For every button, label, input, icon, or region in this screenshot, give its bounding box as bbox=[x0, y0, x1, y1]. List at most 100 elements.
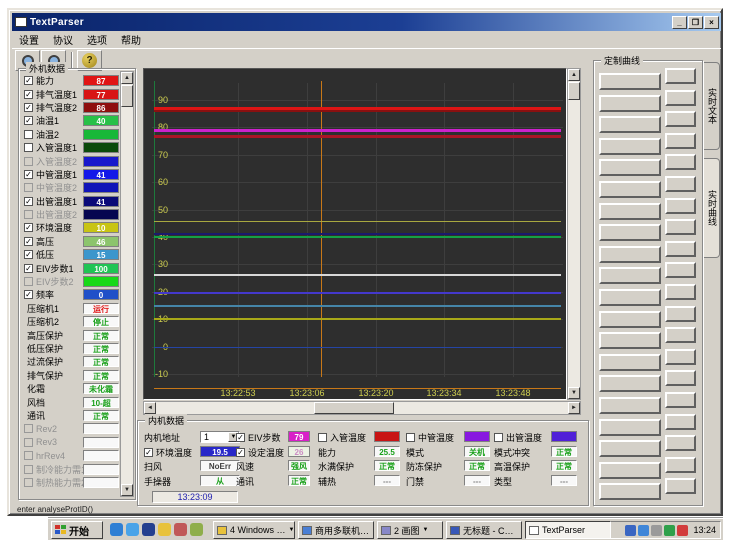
checkbox[interactable]: ✓ bbox=[24, 116, 33, 125]
tab-2[interactable]: 实时曲线 bbox=[704, 158, 720, 258]
outdoor-list-scrollbar[interactable]: ▲ ▼ bbox=[120, 71, 134, 497]
curve-slot-button[interactable] bbox=[599, 116, 661, 133]
curve-value-button[interactable] bbox=[665, 284, 696, 300]
folder-sync-icon[interactable] bbox=[190, 523, 203, 536]
tab-1[interactable]: 实时文本 bbox=[704, 62, 720, 150]
checkbox[interactable]: ✓ bbox=[24, 76, 33, 85]
curve-slot-button[interactable] bbox=[599, 203, 661, 220]
curve-slot-button[interactable] bbox=[599, 397, 661, 414]
minimize-button[interactable]: _ bbox=[672, 16, 687, 29]
tray-input-icon[interactable] bbox=[651, 525, 662, 536]
curve-value-button[interactable] bbox=[665, 327, 696, 343]
curve-slot-button[interactable] bbox=[599, 311, 661, 328]
curve-value-button[interactable] bbox=[665, 262, 696, 278]
close-button[interactable]: × bbox=[704, 16, 719, 29]
curve-slot-button[interactable] bbox=[599, 483, 661, 500]
curve-slot-button[interactable] bbox=[599, 246, 661, 263]
checkbox[interactable]: ✓ bbox=[24, 103, 33, 112]
tray-antivirus-icon[interactable] bbox=[664, 525, 675, 536]
checkbox[interactable] bbox=[406, 433, 415, 442]
curve-value-button[interactable] bbox=[665, 133, 696, 149]
curve-value-button[interactable] bbox=[665, 392, 696, 408]
curve-value-button[interactable] bbox=[665, 306, 696, 322]
curve-slot-button[interactable] bbox=[599, 332, 661, 349]
curve-value-button[interactable] bbox=[665, 219, 696, 235]
taskbar-window-button[interactable]: 无标题 - C… bbox=[446, 521, 522, 539]
checkbox[interactable]: ✓ bbox=[24, 170, 33, 179]
chart-scroll-left-icon[interactable]: ◄ bbox=[144, 402, 156, 414]
browser-icon[interactable] bbox=[126, 523, 139, 536]
title-bar[interactable]: TextParser _ ❐ × bbox=[12, 13, 721, 31]
checkbox[interactable]: ✓ bbox=[236, 448, 245, 457]
curve-value-button[interactable] bbox=[665, 241, 696, 257]
time-cursor-line[interactable] bbox=[321, 81, 322, 377]
curve-value-button[interactable] bbox=[665, 90, 696, 106]
chevron-down-icon[interactable]: ▼ bbox=[423, 527, 429, 533]
curve-value-button[interactable] bbox=[665, 414, 696, 430]
realtime-chart[interactable]: 9080706050403020100-1013:22:5313:23:0613… bbox=[143, 68, 567, 400]
chart-horizontal-scrollbar[interactable]: ◄ ► bbox=[143, 401, 581, 415]
chart-scroll-up-icon[interactable]: ▲ bbox=[568, 69, 580, 81]
curve-slot-button[interactable] bbox=[599, 289, 661, 306]
checkbox[interactable]: ✓ bbox=[24, 197, 33, 206]
checkbox[interactable]: ✓ bbox=[144, 448, 153, 457]
security-lock-icon[interactable] bbox=[174, 523, 187, 536]
chart-hscroll-thumb[interactable] bbox=[314, 402, 394, 414]
menu-item-4[interactable]: 帮助 bbox=[114, 31, 148, 48]
checkbox[interactable] bbox=[318, 433, 327, 442]
curve-slot-button[interactable] bbox=[599, 462, 661, 479]
curve-slot-button[interactable] bbox=[599, 354, 661, 371]
chart-scroll-right-icon[interactable]: ► bbox=[568, 402, 580, 414]
checkbox[interactable]: ✓ bbox=[24, 90, 33, 99]
curve-slot-button[interactable] bbox=[599, 95, 661, 112]
taskbar-window-button[interactable]: 4 Windows …▼ bbox=[213, 521, 295, 539]
maximize-button[interactable]: ❐ bbox=[688, 16, 703, 29]
menu-item-1[interactable]: 设置 bbox=[12, 31, 46, 48]
start-button[interactable]: 开始 bbox=[51, 521, 103, 539]
curve-value-button[interactable] bbox=[665, 435, 696, 451]
checkbox[interactable] bbox=[24, 130, 33, 139]
curve-value-button[interactable] bbox=[665, 111, 696, 127]
checkbox[interactable]: ✓ bbox=[24, 250, 33, 259]
taskbar-window-button[interactable]: 商用多联机… bbox=[298, 521, 374, 539]
checkbox[interactable] bbox=[494, 433, 503, 442]
curve-value-button[interactable] bbox=[665, 370, 696, 386]
internet-explorer-icon[interactable] bbox=[110, 523, 123, 536]
indoor-address-dropdown[interactable]: 1▼ bbox=[200, 431, 240, 443]
curve-value-button[interactable] bbox=[665, 478, 696, 494]
curve-slot-button[interactable] bbox=[599, 181, 661, 198]
curve-value-button[interactable] bbox=[665, 176, 696, 192]
curve-value-button[interactable] bbox=[665, 349, 696, 365]
checkbox[interactable]: ✓ bbox=[236, 433, 245, 442]
curve-value-button[interactable] bbox=[665, 68, 696, 84]
tray-network-icon[interactable] bbox=[625, 525, 636, 536]
curve-slot-button[interactable] bbox=[599, 159, 661, 176]
scrollbar-thumb[interactable] bbox=[121, 85, 133, 107]
checkbox[interactable] bbox=[24, 143, 33, 152]
menu-item-2[interactable]: 协议 bbox=[46, 31, 80, 48]
chart-vscroll-thumb[interactable] bbox=[568, 82, 580, 100]
tray-monitor-icon[interactable] bbox=[677, 525, 688, 536]
taskbar-window-button[interactable]: 2 画图▼ bbox=[377, 521, 443, 539]
checkbox[interactable]: ✓ bbox=[24, 290, 33, 299]
curve-slot-button[interactable] bbox=[599, 138, 661, 155]
curve-slot-button[interactable] bbox=[599, 440, 661, 457]
curve-value-button[interactable] bbox=[665, 154, 696, 170]
curve-slot-button[interactable] bbox=[599, 419, 661, 436]
curve-value-button[interactable] bbox=[665, 198, 696, 214]
checkbox[interactable]: ✓ bbox=[24, 223, 33, 232]
curve-slot-button[interactable] bbox=[599, 224, 661, 241]
taskbar-window-button[interactable]: TextParser bbox=[525, 521, 611, 539]
checkbox[interactable]: ✓ bbox=[24, 237, 33, 246]
curve-value-button[interactable] bbox=[665, 457, 696, 473]
tray-update-icon[interactable] bbox=[638, 525, 649, 536]
scroll-up-icon[interactable]: ▲ bbox=[121, 72, 133, 84]
curve-slot-button[interactable] bbox=[599, 73, 661, 90]
curve-slot-button[interactable] bbox=[599, 267, 661, 284]
curve-slot-button[interactable] bbox=[599, 375, 661, 392]
checkbox[interactable]: ✓ bbox=[24, 264, 33, 273]
chart-vertical-scrollbar[interactable]: ▲ ▼ bbox=[567, 68, 581, 400]
scroll-down-icon[interactable]: ▼ bbox=[121, 484, 133, 496]
menu-item-3[interactable]: 选项 bbox=[80, 31, 114, 48]
chevron-down-icon[interactable]: ▼ bbox=[289, 527, 295, 533]
